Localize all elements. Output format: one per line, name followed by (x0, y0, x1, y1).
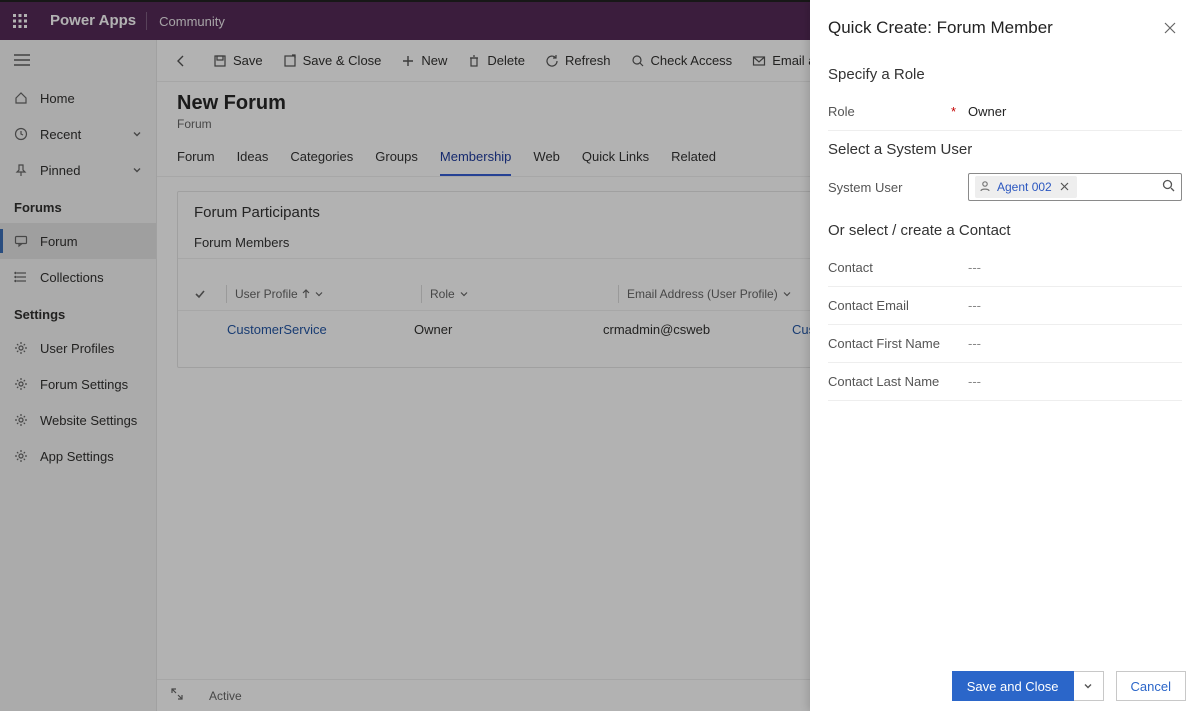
required-indicator: * (951, 104, 968, 119)
chip-remove[interactable] (1058, 180, 1071, 194)
field-value-role[interactable]: Owner (968, 104, 1182, 119)
blade-title: Quick Create: Forum Member (828, 18, 1053, 38)
search-icon[interactable] (1162, 179, 1175, 195)
field-value-contact-last[interactable]: --- (968, 374, 1182, 389)
person-icon (979, 180, 991, 195)
field-value-contact[interactable]: --- (968, 260, 1182, 275)
quick-create-panel: Quick Create: Forum Member Specify a Rol… (810, 0, 1200, 711)
save-split-button[interactable] (1074, 671, 1104, 701)
section-role: Specify a Role (828, 56, 1182, 93)
field-label-contact-first: Contact First Name (828, 336, 940, 351)
lookup-chip[interactable]: Agent 002 (975, 176, 1077, 198)
field-label-contact-last: Contact Last Name (828, 374, 939, 389)
field-label-contact-email: Contact Email (828, 298, 909, 313)
section-contact: Or select / create a Contact (828, 206, 1182, 249)
field-label-contact: Contact (828, 260, 873, 275)
cancel-button[interactable]: Cancel (1116, 671, 1186, 701)
field-label-role: Role (828, 104, 855, 119)
field-label-system-user: System User (828, 180, 902, 195)
field-value-contact-first[interactable]: --- (968, 336, 1182, 351)
section-system-user: Select a System User (828, 131, 1182, 168)
system-user-lookup[interactable]: Agent 002 (968, 173, 1182, 201)
close-button[interactable] (1158, 16, 1182, 40)
field-value-contact-email[interactable]: --- (968, 298, 1182, 313)
chip-label: Agent 002 (997, 180, 1052, 194)
save-and-close-button[interactable]: Save and Close (952, 671, 1074, 701)
blade-footer: Save and Close Cancel (810, 661, 1200, 711)
